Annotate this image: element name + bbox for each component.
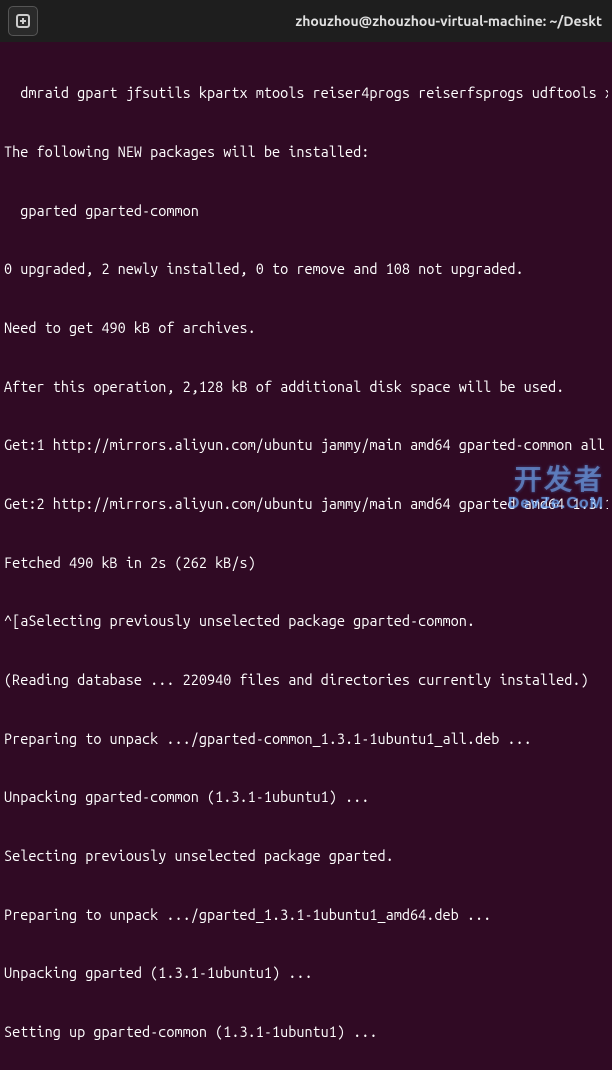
terminal-output[interactable]: dmraid gpart jfsutils kpartx mtools reis… [0, 42, 612, 1070]
terminal-line: Unpacking gparted-common (1.3.1-1ubuntu1… [4, 787, 608, 807]
terminal-line: Need to get 490 kB of archives. [4, 318, 608, 338]
window-title: zhouzhou@zhouzhou-virtual-machine: ~/Des… [46, 12, 604, 31]
terminal-line: (Reading database ... 220940 files and d… [4, 670, 608, 690]
terminal-line: Preparing to unpack .../gparted_1.3.1-1u… [4, 905, 608, 925]
new-tab-button[interactable] [8, 6, 38, 36]
terminal-line: Get:2 http://mirrors.aliyun.com/ubuntu j… [4, 494, 608, 514]
terminal-line: gparted gparted-common [4, 201, 608, 221]
terminal-line: After this operation, 2,128 kB of additi… [4, 377, 608, 397]
terminal-line: The following NEW packages will be insta… [4, 142, 608, 162]
terminal-line: ^[aSelecting previously unselected packa… [4, 611, 608, 631]
terminal-line: Setting up gparted-common (1.3.1-1ubuntu… [4, 1022, 608, 1042]
terminal-line: Unpacking gparted (1.3.1-1ubuntu1) ... [4, 963, 608, 983]
window-titlebar: zhouzhou@zhouzhou-virtual-machine: ~/Des… [0, 0, 612, 42]
terminal-line: Selecting previously unselected package … [4, 846, 608, 866]
terminal-line: Fetched 490 kB in 2s (262 kB/s) [4, 553, 608, 573]
terminal-line: Get:1 http://mirrors.aliyun.com/ubuntu j… [4, 435, 608, 455]
terminal-line: dmraid gpart jfsutils kpartx mtools reis… [4, 83, 608, 103]
terminal-line: 0 upgraded, 2 newly installed, 0 to remo… [4, 259, 608, 279]
new-tab-icon [15, 13, 31, 29]
terminal-line: Preparing to unpack .../gparted-common_1… [4, 729, 608, 749]
